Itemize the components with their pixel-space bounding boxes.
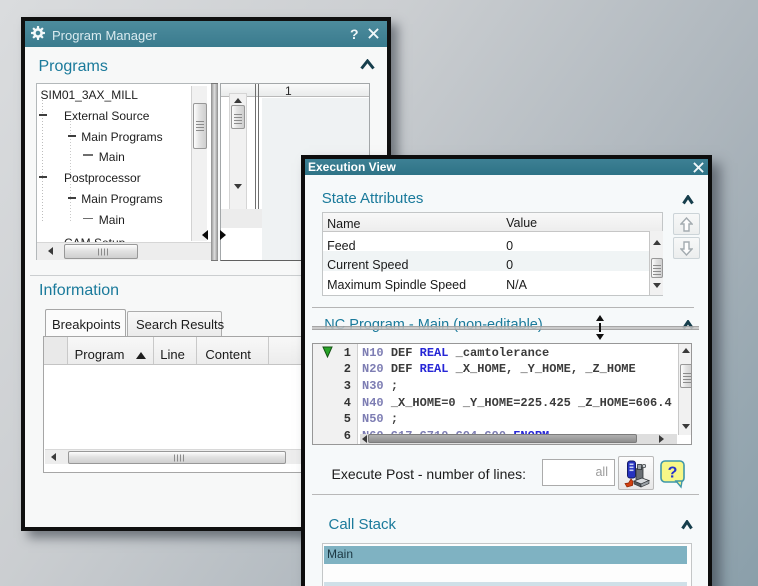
svg-text:?: ? bbox=[668, 465, 678, 482]
